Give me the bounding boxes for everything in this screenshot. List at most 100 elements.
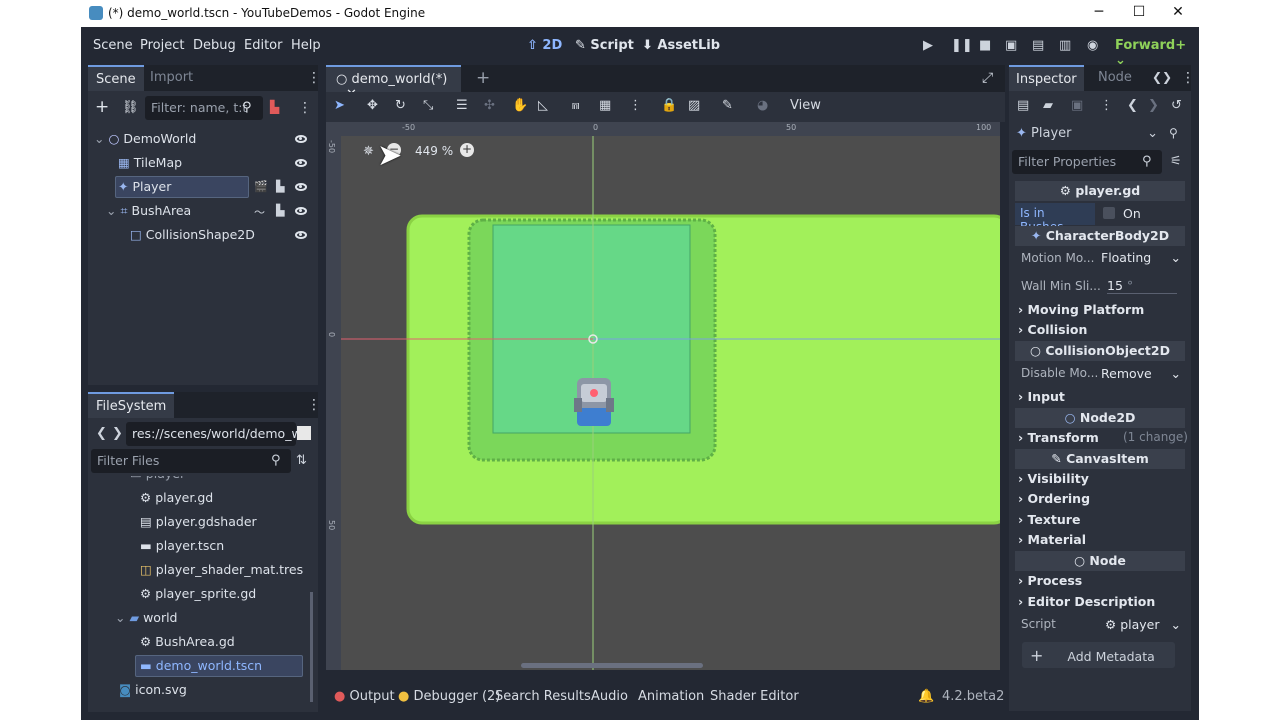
remote-debug-icon[interactable]: ▣ <box>1005 38 1017 53</box>
group-input[interactable]: › Input <box>1018 389 1065 404</box>
back-icon[interactable]: ❮ <box>96 426 107 441</box>
file-item[interactable]: ▬ player.tscn <box>140 538 224 553</box>
file-item[interactable]: ◫ player_shader_mat.tres <box>140 562 303 577</box>
list-select-icon[interactable]: ☰ <box>456 98 468 113</box>
tree-item-busharea[interactable]: ⌄ ⌗ BushArea <box>106 203 191 219</box>
tab-scene[interactable]: Scene <box>88 65 144 91</box>
script-select[interactable]: ⚙ player ⌄ <box>1105 617 1181 632</box>
zoom-in-icon[interactable]: + <box>460 143 474 157</box>
new-resource-icon[interactable]: ▤ <box>1017 98 1029 113</box>
tree-item-demoworld[interactable]: ⌄ ○ DemoWorld <box>94 131 196 146</box>
section-player-gd[interactable]: ⚙ player.gd <box>1015 181 1185 201</box>
renderer-select[interactable]: Forward+ ⌄ <box>1115 38 1199 68</box>
animation-tab[interactable]: Animation <box>638 689 704 704</box>
filesystem-scrollbar[interactable] <box>310 592 313 702</box>
group-ordering[interactable]: › Ordering <box>1018 491 1090 506</box>
stop-icon[interactable]: ■ <box>979 38 991 53</box>
pause-icon[interactable]: ❚❚ <box>951 38 973 53</box>
group-texture[interactable]: › Texture <box>1018 512 1080 527</box>
select-mode-icon[interactable]: ➤ <box>334 98 345 113</box>
pan-icon[interactable]: ✋ <box>512 98 528 113</box>
grid-snap-icon[interactable]: ▦ <box>599 98 611 113</box>
group-icon[interactable]: ▨ <box>688 98 700 113</box>
inspector-menu-icon[interactable]: ⋮ <box>1181 70 1195 86</box>
path-field[interactable]: res://scenes/world/demo_w <box>126 422 302 446</box>
scene-instance-icon[interactable]: 🎬 <box>254 180 268 193</box>
prev-object-icon[interactable]: ❮ <box>1127 98 1138 113</box>
scene-tree-menu-icon[interactable]: ⋮ <box>298 100 312 116</box>
move-mode-icon[interactable]: ✥ <box>367 98 378 113</box>
tab-demo-world[interactable]: ○ demo_world(*) ✕ <box>326 65 461 102</box>
section-canvasitem[interactable]: ✎ CanvasItem <box>1015 449 1185 469</box>
group-transform[interactable]: › Transform <box>1018 430 1099 445</box>
history-icon[interactable]: ↺ <box>1171 98 1182 113</box>
menu-scene[interactable]: Scene <box>93 38 133 53</box>
wall-min-slide-slider[interactable]: 15 ° <box>1107 278 1177 294</box>
link-icon[interactable]: ⛓ <box>122 100 139 115</box>
movie-maker-icon[interactable]: ◉ <box>1087 38 1098 53</box>
rotate-mode-icon[interactable]: ↻ <box>395 98 406 113</box>
group-visibility[interactable]: › Visibility <box>1018 471 1089 486</box>
tab-filesystem[interactable]: FileSystem <box>88 392 175 418</box>
next-object-icon[interactable]: ❯ <box>1148 98 1159 113</box>
menu-debug[interactable]: Debug <box>193 38 236 53</box>
sort-icon[interactable]: ⇅ <box>296 453 307 468</box>
script-icon[interactable]: ▙ <box>270 100 279 114</box>
file-item-selected[interactable]: ▬ demo_world.tscn <box>140 658 262 673</box>
output-tab[interactable]: ● Output <box>334 689 395 704</box>
search-results-tab[interactable]: Search Results <box>495 689 591 704</box>
horizontal-scrollbar[interactable] <box>521 663 703 668</box>
menu-help[interactable]: Help <box>291 38 321 53</box>
script-attached-icon[interactable]: ▙ <box>276 204 284 217</box>
center-view-icon[interactable]: ✵ <box>363 144 374 159</box>
visibility-eye-icon[interactable] <box>295 135 307 143</box>
group-moving-platform[interactable]: › Moving Platform <box>1018 302 1144 317</box>
bell-icon[interactable]: 🔔 <box>918 689 934 704</box>
audio-tab[interactable]: Audio <box>591 689 628 704</box>
disable-mode-select[interactable]: Remove ⌄ <box>1101 366 1181 381</box>
section-node[interactable]: ○ Node <box>1015 551 1185 571</box>
play-icon[interactable]: ▶ <box>923 38 933 53</box>
open-folder-icon[interactable]: ▰ <box>1043 98 1053 113</box>
save-icon[interactable]: ▣ <box>1071 98 1083 113</box>
group-collision[interactable]: › Collision <box>1018 322 1087 337</box>
object-properties-icon[interactable]: ⚲ <box>1169 126 1178 140</box>
debugger-tab[interactable]: ● Debugger (2) <box>398 689 500 704</box>
ruler-icon[interactable]: ◺ <box>538 98 548 113</box>
close-button[interactable]: ✕ <box>1163 4 1193 22</box>
menu-editor[interactable]: Editor <box>244 38 282 53</box>
folder-world[interactable]: ⌄ ▰ world <box>115 610 178 625</box>
section-collisionobject2d[interactable]: ○ CollisionObject2D <box>1015 341 1185 361</box>
scene-dock-menu-icon[interactable]: ⋮ <box>307 70 321 86</box>
tab-import[interactable]: Import <box>142 65 201 91</box>
workspace-script-button[interactable]: ✎ Script <box>575 38 634 53</box>
tree-item-collisionshape[interactable]: □ CollisionShape2D <box>130 227 255 242</box>
smart-snap-icon[interactable]: ⩎ <box>572 98 579 113</box>
file-item[interactable]: ⚙ player_sprite.gd <box>140 586 256 601</box>
section-node2d[interactable]: ○ Node2D <box>1015 408 1185 428</box>
file-item[interactable]: ⚙ BushArea.gd <box>140 634 235 649</box>
zoom-level[interactable]: 449 % <box>415 144 453 158</box>
play-custom-icon[interactable]: ▥ <box>1059 38 1071 53</box>
play-scene-icon[interactable]: ▤ <box>1032 38 1044 53</box>
visibility-eye-icon[interactable] <box>295 183 307 191</box>
filesystem-menu-icon[interactable]: ⋮ <box>307 397 321 413</box>
tree-item-tilemap[interactable]: ▦ TileMap <box>118 155 182 170</box>
file-item[interactable]: ⚙ player.gd <box>140 490 213 505</box>
visibility-eye-icon[interactable] <box>295 207 307 215</box>
add-node-icon[interactable]: + <box>95 97 109 117</box>
add-metadata-button[interactable]: + Add Metadata <box>1022 642 1175 668</box>
file-item[interactable]: ▤ player.gdshader <box>140 514 257 529</box>
view-menu[interactable]: View <box>790 98 821 113</box>
bone-icon[interactable]: ✎ <box>722 98 733 113</box>
group-editor-description[interactable]: › Editor Description <box>1018 594 1155 609</box>
file-item[interactable]: ◙ icon.svg <box>119 682 187 697</box>
section-characterbody2d[interactable]: ✦ CharacterBody2D <box>1015 226 1185 246</box>
scale-mode-icon[interactable]: ⤡ <box>423 98 433 113</box>
history-nav-icon[interactable]: ❮❯ <box>1152 70 1172 84</box>
forward-icon[interactable]: ❯ <box>112 426 123 441</box>
group-material[interactable]: › Material <box>1018 532 1086 547</box>
pivot-icon[interactable]: ✣ <box>484 98 495 113</box>
2d-viewport[interactable]: ✵ − 449 % + ➤ <box>341 136 1000 670</box>
minimize-button[interactable]: ─ <box>1084 4 1114 22</box>
